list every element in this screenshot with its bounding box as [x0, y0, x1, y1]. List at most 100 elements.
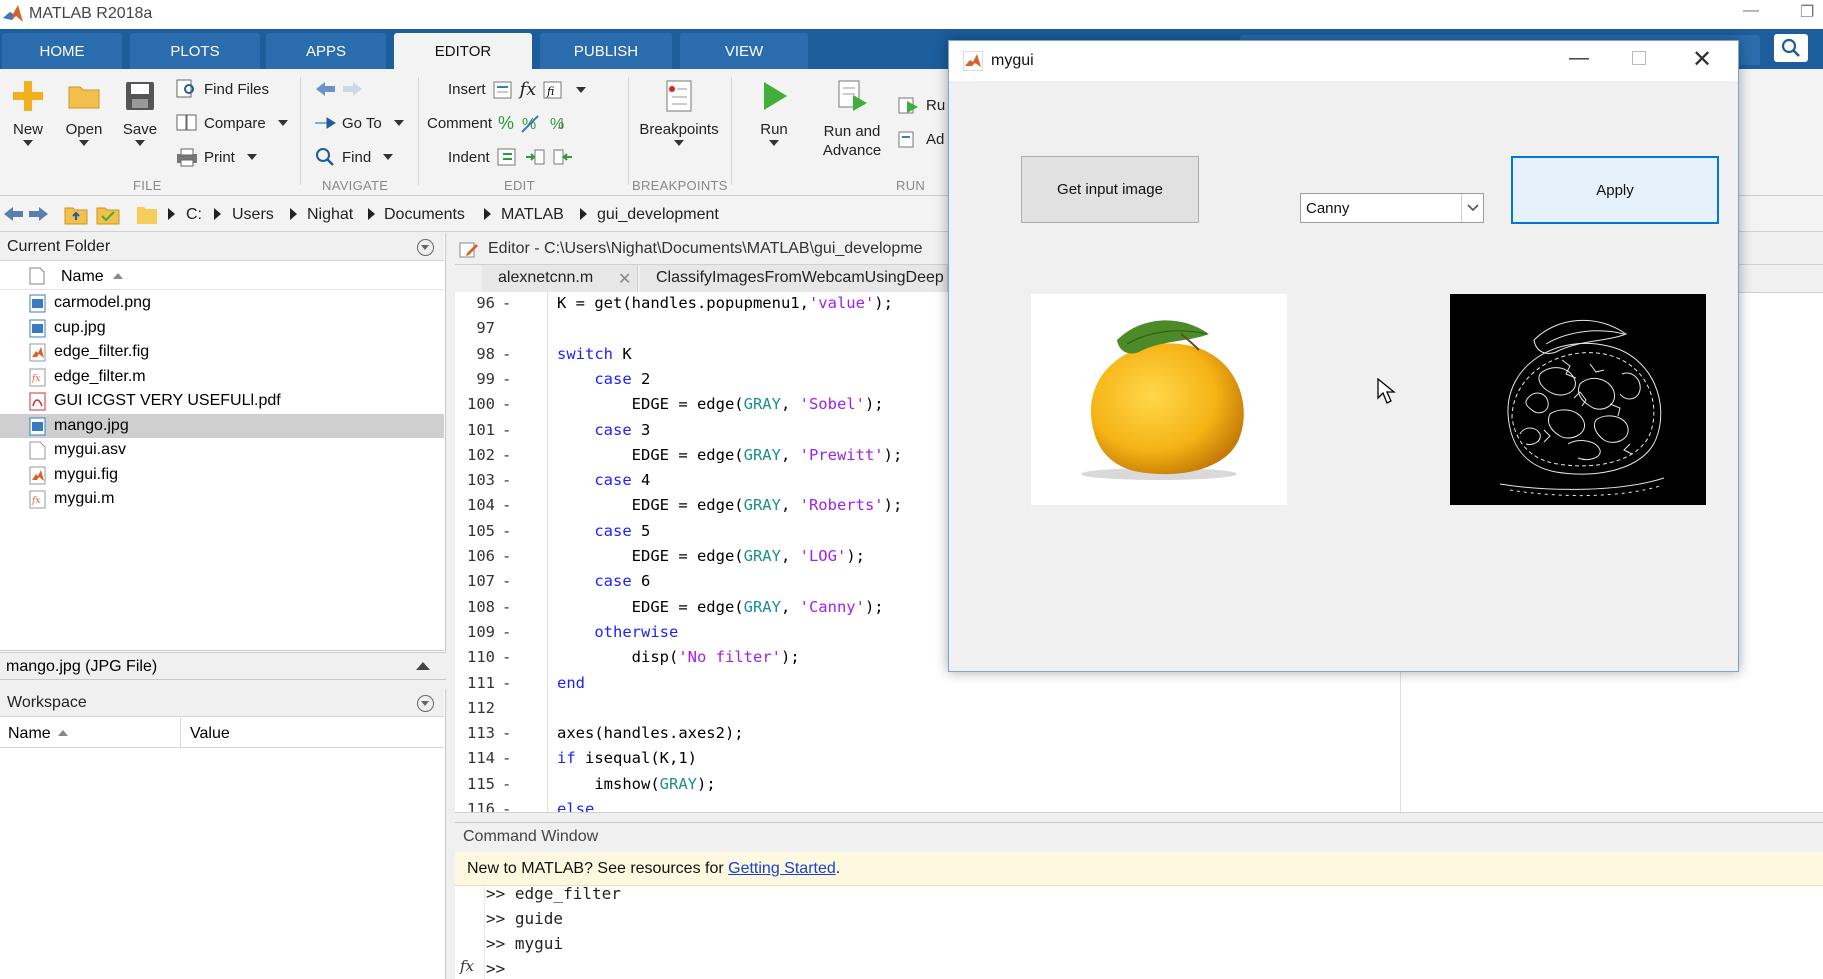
file-row[interactable]: fx mygui.m	[0, 487, 444, 511]
workspace-menu-icon[interactable]	[417, 695, 434, 712]
workspace-column-header[interactable]: Name Value	[0, 718, 444, 748]
tab-publish[interactable]: PUBLISH	[540, 33, 672, 69]
compare-button[interactable]: Compare	[176, 113, 288, 133]
back-forward-buttons[interactable]	[314, 79, 364, 99]
tab-home[interactable]: HOME	[2, 33, 122, 69]
command-prompt[interactable]: >>	[486, 959, 505, 978]
code-line[interactable]: 111- end	[455, 674, 1400, 699]
file-details-bar[interactable]: mango.jpg (JPG File)	[0, 652, 446, 680]
code-line[interactable]: 114- if isequal(K,1)	[455, 749, 1400, 774]
crumb-drive[interactable]: C:	[186, 206, 202, 224]
mygui-close-icon[interactable]: ✕	[1692, 45, 1712, 74]
breakpoint-marker[interactable]: -	[502, 370, 514, 388]
run-and-advance-button[interactable]: Run and Advance	[810, 79, 894, 160]
crumb-matlab[interactable]: MATLAB	[501, 206, 564, 224]
breakpoint-marker[interactable]: -	[502, 471, 514, 489]
workspace-value-column[interactable]: Value	[190, 725, 230, 743]
fx-prompt-icon[interactable]: fx	[460, 957, 474, 975]
breakpoint-marker[interactable]: -	[502, 749, 514, 767]
code-text: EDGE = edge(GRAY, 'Prewitt');	[557, 445, 903, 464]
getting-started-link[interactable]: Getting Started	[728, 860, 836, 877]
close-tab-icon[interactable]: ✕	[618, 269, 631, 289]
breakpoint-marker[interactable]: -	[502, 496, 514, 514]
file-row[interactable]: mygui.fig	[0, 463, 444, 487]
get-input-image-button[interactable]: Get input image	[1021, 156, 1199, 223]
dropdown-chevron-icon[interactable]	[1461, 194, 1483, 222]
go-to-button[interactable]: Go To	[314, 113, 404, 133]
file-row[interactable]: fx edge_filter.m	[0, 365, 444, 389]
file-row[interactable]: carmodel.png	[0, 291, 444, 315]
indent-button[interactable]: Indent	[448, 147, 574, 167]
save-button[interactable]: Save	[118, 79, 162, 146]
filter-dropdown[interactable]: Canny	[1300, 193, 1484, 223]
breakpoint-marker[interactable]: -	[502, 522, 514, 540]
breakpoint-marker[interactable]: -	[502, 674, 514, 692]
breakpoint-marker[interactable]: -	[502, 648, 514, 666]
current-folder-header: Current Folder	[0, 233, 444, 261]
image-file-icon	[29, 417, 46, 436]
apply-button[interactable]: Apply	[1511, 156, 1719, 224]
file-row[interactable]: edge_filter.fig	[0, 340, 444, 364]
breakpoint-marker[interactable]: -	[502, 395, 514, 413]
crumb-gui-development[interactable]: gui_development	[597, 206, 719, 224]
crumb-documents[interactable]: Documents	[384, 206, 465, 224]
breakpoint-marker[interactable]: -	[502, 547, 514, 565]
editor-tab-label: alexnetcnn.m	[498, 269, 594, 286]
expand-details-icon[interactable]	[416, 662, 430, 670]
fx-icon[interactable]: fx	[520, 79, 537, 100]
editor-tab-alexnetcnn[interactable]: alexnetcnn.m ✕	[482, 265, 638, 293]
file-row[interactable]: cup.jpg	[0, 316, 444, 340]
file-row[interactable]: mygui.asv	[0, 438, 444, 462]
file-name: edge_filter.m	[54, 367, 146, 385]
line-number: 105	[467, 521, 495, 540]
code-line[interactable]: 115- imshow(GRAY);	[455, 775, 1400, 800]
crumb-users[interactable]: Users	[232, 206, 274, 224]
restore-icon[interactable]: ❐	[1800, 2, 1814, 22]
panel-menu-icon[interactable]	[417, 239, 434, 256]
find-files-button[interactable]: Find Files	[176, 79, 269, 99]
run-section-button[interactable]: Ru	[898, 95, 945, 115]
insert-button[interactable]: Insert fx fi	[448, 79, 587, 100]
advance-button[interactable]: Ad	[898, 129, 944, 149]
mygui-minimize-icon[interactable]: —	[1569, 47, 1589, 70]
open-button[interactable]: Open	[62, 79, 106, 146]
file-row[interactable]: mango.jpg	[0, 413, 444, 438]
breakpoints-button[interactable]: Breakpoints	[636, 79, 722, 146]
breakpoint-marker[interactable]: -	[502, 345, 514, 363]
up-folder-icon[interactable]	[64, 203, 88, 225]
pdf-file-icon	[29, 392, 46, 411]
comment-button[interactable]: Comment % % %	[427, 113, 570, 134]
nav-back-forward-icon[interactable]	[2, 204, 52, 224]
find-button[interactable]: Find	[314, 147, 394, 167]
breakpoint-marker[interactable]: -	[502, 623, 514, 641]
breakpoint-marker[interactable]: -	[502, 775, 514, 793]
search-button[interactable]	[1774, 34, 1808, 62]
breakpoint-marker[interactable]: -	[502, 572, 514, 590]
breakpoint-marker[interactable]: -	[502, 446, 514, 464]
code-line[interactable]: 113- axes(handles.axes2);	[455, 724, 1400, 749]
mygui-maximize-icon[interactable]	[1632, 51, 1646, 65]
run-section-label: Ru	[926, 96, 946, 114]
file-row[interactable]: GUI ICGST VERY USEFULl.pdf	[0, 389, 444, 413]
tab-view[interactable]: VIEW	[680, 33, 808, 69]
editor-tab-classify[interactable]: ClassifyImagesFromWebcamUsingDeep	[640, 265, 948, 293]
run-button[interactable]: Run	[752, 79, 796, 146]
crumb-nighat[interactable]: Nighat	[307, 206, 353, 224]
mygui-figure-icon	[963, 51, 983, 71]
tab-apps[interactable]: APPS	[266, 33, 386, 69]
command-window-body[interactable]	[455, 886, 1823, 979]
tab-editor[interactable]: EDITOR	[394, 33, 532, 69]
workspace-name-column[interactable]: Name	[8, 725, 51, 743]
editor-scroll-track[interactable]	[455, 812, 1823, 822]
breakpoint-marker[interactable]: -	[502, 421, 514, 439]
minimize-icon[interactable]: —	[1743, 2, 1759, 20]
breakpoint-marker[interactable]: -	[502, 598, 514, 616]
tab-plots[interactable]: PLOTS	[130, 33, 260, 69]
folder-column-header[interactable]: Name	[0, 262, 444, 290]
breakpoint-marker[interactable]: -	[502, 724, 514, 742]
breakpoint-marker[interactable]: -	[502, 294, 514, 312]
browse-folder-icon[interactable]	[96, 203, 120, 225]
print-button[interactable]: Print	[176, 147, 257, 167]
code-line[interactable]: 112	[455, 699, 1400, 724]
new-button[interactable]: New	[6, 79, 50, 146]
